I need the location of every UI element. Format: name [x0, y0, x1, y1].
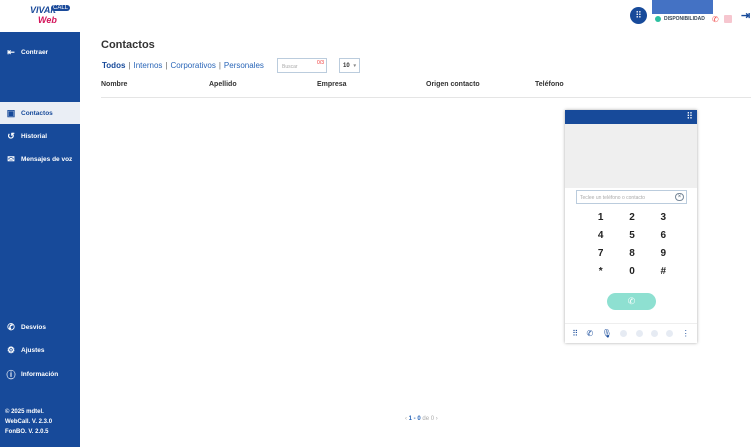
col-origen[interactable]: Origen contacto [426, 81, 480, 88]
microphone-icon[interactable]: 🎙 [602, 329, 612, 338]
mail-icon: ✉ [7, 153, 15, 164]
info-icon: ⓘ [6, 369, 16, 380]
sidebar-item-historial[interactable]: ↺ Historial [0, 125, 80, 147]
version-info: © 2025 mdtel. WebCall. V. 2.3.0 FonBO. V. … [5, 409, 53, 435]
dialer-screen [565, 124, 697, 188]
key-6[interactable]: 6 [648, 230, 679, 241]
search-input[interactable]: Buscar 0/3 [277, 58, 327, 73]
sidebar-item-contactos[interactable]: ▣ Contactos [0, 102, 80, 124]
key-star[interactable]: * [585, 266, 616, 277]
filter-personales[interactable]: Personales [224, 61, 264, 70]
keypad-button[interactable]: ⠿ [630, 7, 647, 24]
page-title: Contactos [101, 39, 155, 51]
sidebar-item-mensajes[interactable]: ✉ Mensajes de voz [0, 148, 80, 170]
dialer-header: ⠿ [565, 110, 697, 124]
backspace-icon[interactable]: × [675, 193, 684, 201]
key-9[interactable]: 9 [648, 248, 679, 259]
contacts-icon: ▣ [6, 107, 16, 118]
line-indicator[interactable] [666, 330, 674, 337]
key-0[interactable]: 0 [616, 266, 647, 277]
call-forward-icon: ✆ [7, 321, 15, 332]
dialer-panel: ⠿ Teclee un teléfono o contacto × 123 456… [565, 110, 697, 343]
call-button[interactable]: ✆ [607, 293, 656, 310]
col-nombre[interactable]: Nombre [101, 81, 127, 88]
line-indicator[interactable] [635, 330, 643, 337]
collapse-icon: ⇤ [7, 46, 15, 57]
key-5[interactable]: 5 [616, 230, 647, 241]
filter-corporativos[interactable]: Corporativos [170, 61, 215, 70]
key-2[interactable]: 2 [616, 212, 647, 223]
logo: VIVAit CALL Web [30, 5, 71, 25]
key-4[interactable]: 4 [585, 230, 616, 241]
sidebar: ⇤ Contraer ▣ Contactos ↺ Historial ✉ Mensaje… [0, 32, 80, 447]
phone-icon[interactable]: ✆ [586, 329, 593, 338]
dial-input[interactable]: Teclee un teléfono o contacto × [576, 190, 687, 204]
phone-icon: ✆ [627, 296, 636, 306]
col-telefono[interactable]: Teléfono [535, 81, 564, 88]
dial-keys: 123 456 789 * 0 # [585, 212, 679, 277]
key-3[interactable]: 3 [648, 212, 679, 223]
key-8[interactable]: 8 [616, 248, 647, 259]
keypad-icon[interactable]: ⠿ [686, 111, 693, 122]
history-icon: ↺ [7, 130, 15, 141]
sidebar-item-desvios[interactable]: ✆ Desvíos [0, 316, 80, 338]
line-indicator[interactable] [650, 330, 658, 337]
sidebar-item-informacion[interactable]: ⓘ Información [0, 363, 80, 385]
calendar-icon[interactable] [724, 15, 732, 23]
contact-filters: Todos | Internos | Corporativos | Personales [102, 61, 264, 70]
key-1[interactable]: 1 [585, 212, 616, 223]
table-header: Nombre Apellido Empresa Origen contacto … [101, 81, 751, 98]
chevron-down-icon: ▾ [353, 63, 356, 69]
col-empresa[interactable]: Empresa [317, 81, 347, 88]
collapse-button[interactable]: ⇤ Contraer [0, 41, 80, 63]
gear-icon: ⚙ [6, 344, 16, 355]
dialer-toolbar: ⠿ ✆ 🎙 ⋮ [565, 323, 697, 343]
status-dot [655, 16, 661, 22]
call-forward-icon[interactable]: ✆ [712, 15, 719, 24]
status-selector[interactable]: DISPONIBILIDAD [655, 16, 705, 22]
user-box[interactable] [652, 0, 713, 14]
more-icon[interactable]: ⋮ [682, 329, 690, 338]
keypad-icon[interactable]: ⠿ [572, 329, 578, 338]
key-7[interactable]: 7 [585, 248, 616, 259]
pagination: ‹ 1 - 0 de 0 › [405, 416, 438, 422]
filter-internos[interactable]: Internos [133, 61, 162, 70]
filter-todos[interactable]: Todos [102, 61, 125, 70]
prev-page-icon[interactable]: ‹ [405, 416, 407, 422]
key-hash[interactable]: # [648, 266, 679, 277]
col-apellido[interactable]: Apellido [209, 81, 237, 88]
line-indicator[interactable] [620, 330, 628, 337]
page-size-select[interactable]: 10 ▾ [339, 58, 360, 73]
logout-icon[interactable]: ⇥ [741, 9, 750, 22]
next-page-icon[interactable]: › [436, 416, 438, 422]
sidebar-item-ajustes[interactable]: ⚙ Ajustes [0, 339, 80, 361]
